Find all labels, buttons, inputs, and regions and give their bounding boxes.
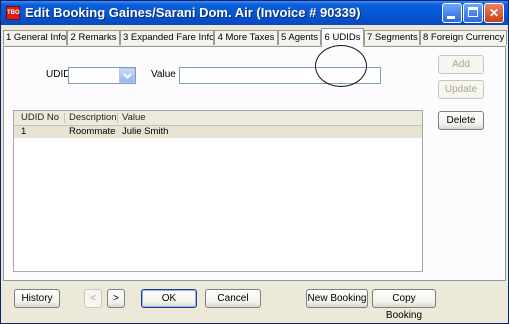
value-input[interactable] bbox=[179, 67, 381, 84]
header-separator bbox=[64, 113, 65, 123]
udid-dropdown-button[interactable] bbox=[119, 68, 135, 83]
maximize-button[interactable] bbox=[463, 3, 483, 23]
tab-udids[interactable]: 6 UDIDs bbox=[321, 28, 364, 47]
value-label: Value bbox=[151, 69, 176, 80]
history-button[interactable]: History bbox=[14, 289, 60, 308]
close-button[interactable]: ✕ bbox=[484, 3, 504, 23]
cell-description: Roommate bbox=[69, 126, 116, 137]
grid-header: UDID No Description Value bbox=[14, 111, 422, 126]
edit-booking-window: TBO Edit Booking Gaines/Sarani Dom. Air … bbox=[0, 0, 509, 324]
minimize-icon bbox=[447, 16, 455, 19]
tab-remarks[interactable]: 2 Remarks bbox=[67, 30, 120, 45]
header-description[interactable]: Description bbox=[69, 112, 117, 123]
delete-button[interactable]: Delete bbox=[438, 111, 484, 130]
add-button[interactable]: Add bbox=[438, 55, 484, 74]
cell-value: Julie Smith bbox=[122, 126, 169, 137]
chevron-down-icon bbox=[123, 73, 132, 79]
previous-button[interactable]: < bbox=[84, 289, 102, 308]
copy-booking-button[interactable]: Copy Booking bbox=[372, 289, 436, 321]
next-button[interactable]: > bbox=[107, 289, 125, 308]
update-button[interactable]: Update bbox=[438, 80, 484, 99]
header-separator bbox=[117, 113, 118, 123]
close-icon: ✕ bbox=[488, 6, 500, 20]
maximize-icon bbox=[468, 7, 478, 17]
header-value[interactable]: Value bbox=[122, 112, 146, 123]
cell-udid-no: 1 bbox=[21, 126, 27, 137]
app-icon[interactable]: TBO bbox=[6, 6, 20, 20]
ok-button[interactable]: OK bbox=[141, 289, 197, 308]
tab-foreign-currency[interactable]: 8 Foreign Currency bbox=[420, 30, 507, 45]
tab-general-info[interactable]: 1 General Info bbox=[3, 30, 67, 45]
tab-segments[interactable]: 7 Segments bbox=[364, 30, 420, 45]
udid-grid[interactable]: UDID No Description Value 1 Roommate Jul… bbox=[13, 110, 423, 272]
tab-more-taxes[interactable]: 4 More Taxes bbox=[214, 30, 278, 45]
udid-select[interactable] bbox=[68, 67, 136, 84]
window-title: Edit Booking Gaines/Sarani Dom. Air (Inv… bbox=[25, 5, 361, 20]
minimize-button[interactable] bbox=[442, 3, 462, 23]
udid-label: UDID bbox=[46, 69, 71, 80]
tab-expanded-fare-info[interactable]: 3 Expanded Fare Info bbox=[120, 30, 214, 45]
new-booking-button[interactable]: New Booking bbox=[306, 289, 368, 308]
cancel-button[interactable]: Cancel bbox=[205, 289, 261, 308]
table-row[interactable]: 1 Roommate Julie Smith bbox=[14, 126, 422, 138]
title-bar[interactable]: TBO Edit Booking Gaines/Sarani Dom. Air … bbox=[1, 1, 508, 25]
header-udid-no[interactable]: UDID No bbox=[21, 112, 59, 123]
tab-agents[interactable]: 5 Agents bbox=[278, 30, 321, 45]
